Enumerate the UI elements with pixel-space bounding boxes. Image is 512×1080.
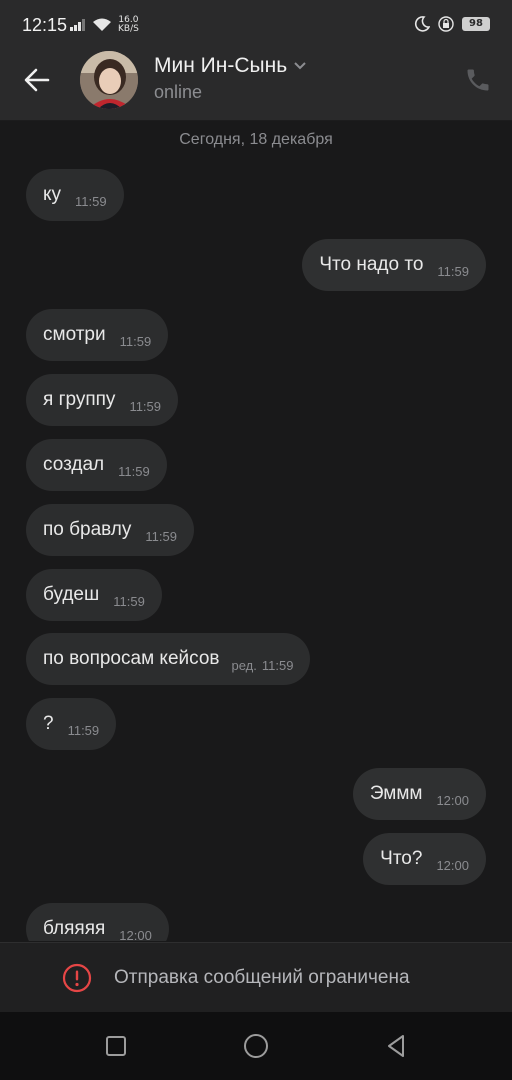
moon-icon: [414, 16, 430, 32]
message-text: смотри: [43, 324, 106, 345]
home-icon[interactable]: [242, 1032, 270, 1060]
message-time: 11:59: [118, 463, 150, 479]
message-incoming[interactable]: бляяяя 12:00: [26, 903, 169, 941]
avatar[interactable]: [80, 51, 138, 109]
message-text: по вопросам кейсов: [43, 648, 220, 669]
chevron-down-icon: [294, 62, 306, 70]
message-edited-label: ред.: [231, 657, 257, 673]
message-time: 12:00: [119, 927, 152, 942]
status-left-icons: 16.0 KB/S: [70, 16, 139, 34]
message-text: ку: [43, 184, 62, 205]
message-text: Что?: [380, 848, 423, 869]
phone-icon: [467, 69, 489, 91]
network-speed-unit: KB/S: [118, 24, 139, 34]
system-navigation-bar: [0, 1012, 512, 1080]
message-time: 12:00: [436, 792, 469, 808]
message-incoming[interactable]: по вопросам кейсов ред. 11:59: [26, 633, 311, 685]
message-list[interactable]: Сегодня, 18 декабря ку 11:59 Что надо то…: [0, 121, 512, 941]
lock-rotation-icon: [438, 16, 454, 32]
chat-header: Мин Ин-Сынь online: [0, 50, 512, 121]
warning-icon: [62, 963, 92, 993]
avatar-image: [80, 51, 138, 109]
arrow-left-icon: [24, 68, 50, 92]
wifi-icon: [93, 18, 111, 31]
message-text: Эммм: [369, 783, 423, 804]
battery-icon: 98: [462, 17, 490, 31]
status-time: 12:15: [22, 15, 68, 35]
status-right-icons: 98: [414, 16, 490, 32]
back-button[interactable]: [22, 65, 62, 95]
message-time: 12:00: [436, 857, 469, 873]
message-time: 11:59: [437, 263, 469, 279]
message-text: по бравлу: [43, 519, 132, 540]
call-button[interactable]: [464, 66, 492, 94]
contact-name-text: Мин Ин-Сынь: [154, 54, 288, 77]
message-outgoing[interactable]: Эммм 12:00: [352, 768, 486, 820]
message-text: будеш: [43, 584, 100, 605]
message-incoming[interactable]: смотри 11:59: [26, 309, 169, 361]
message-time: 11:59: [145, 528, 177, 544]
message-text: Что надо то: [319, 254, 424, 275]
restriction-text: Отправка сообщений ограничена: [114, 967, 410, 988]
back-nav-icon[interactable]: [382, 1032, 410, 1060]
message-text: бляяяя: [43, 918, 106, 939]
signal-icon: [70, 19, 85, 31]
message-incoming[interactable]: будеш 11:59: [26, 569, 162, 621]
message-outgoing[interactable]: Что надо то 11:59: [302, 239, 486, 291]
date-separator: Сегодня, 18 декабря: [179, 131, 333, 148]
message-incoming[interactable]: ? 11:59: [26, 698, 117, 750]
messaging-restricted-banner: Отправка сообщений ограничена: [0, 942, 512, 1013]
message-time: 11:59: [67, 722, 100, 738]
recent-apps-icon[interactable]: [102, 1032, 130, 1060]
status-bar: 12:15 16.0 KB/S 98: [0, 0, 512, 50]
message-incoming[interactable]: я группу 11:59: [26, 374, 179, 426]
message-time: 11:59: [75, 193, 107, 209]
message-time: 11:59: [261, 657, 294, 673]
message-time: 11:59: [113, 593, 145, 609]
message-text: создал: [43, 454, 105, 475]
contact-name[interactable]: Мин Ин-Сынь: [154, 54, 307, 78]
message-outgoing[interactable]: Что? 12:00: [363, 833, 486, 885]
network-speed: 16.0 KB/S: [118, 16, 139, 34]
message-incoming[interactable]: по бравлу 11:59: [26, 504, 194, 556]
message-text: ?: [43, 713, 54, 734]
contact-status: online: [154, 82, 203, 102]
message-time: 11:59: [129, 398, 162, 414]
message-text: я группу: [43, 389, 116, 410]
message-incoming[interactable]: создал 11:59: [26, 439, 167, 491]
message-time: 11:59: [119, 333, 152, 349]
message-incoming[interactable]: ку 11:59: [26, 169, 124, 221]
